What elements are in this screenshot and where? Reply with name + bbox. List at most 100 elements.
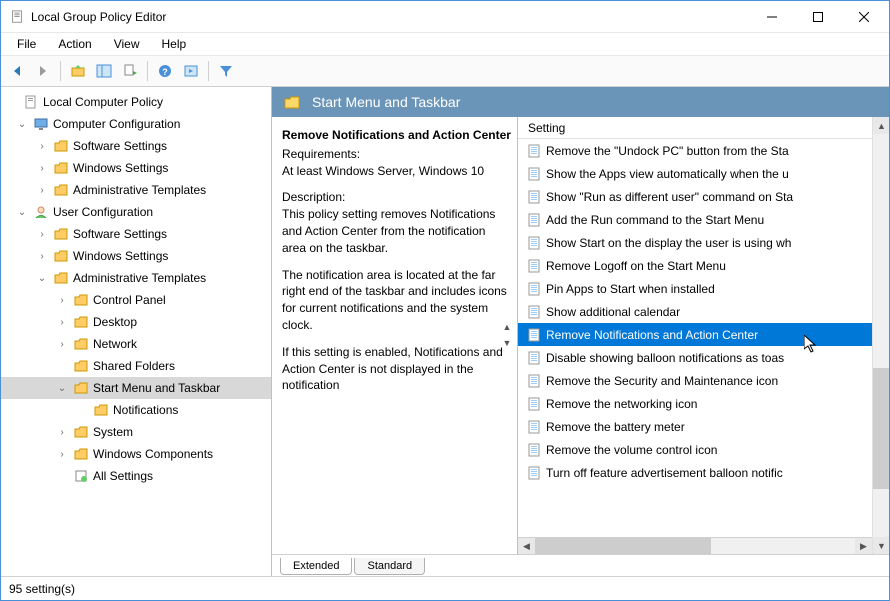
help-button[interactable]: ? xyxy=(153,59,177,83)
blank-twisty xyxy=(55,469,69,483)
folder-icon xyxy=(73,292,89,308)
collapsed-icon[interactable]: › xyxy=(35,139,49,153)
tree-start-menu-taskbar[interactable]: ⌄ Start Menu and Taskbar xyxy=(1,377,271,399)
tree-software-settings[interactable]: › Software Settings xyxy=(1,135,271,157)
tree-computer-config[interactable]: ⌄ Computer Configuration xyxy=(1,113,271,135)
setting-row[interactable]: Show the Apps view automatically when th… xyxy=(518,162,872,185)
tree-windows-settings-u[interactable]: › Windows Settings xyxy=(1,245,271,267)
setting-label: Show additional calendar xyxy=(546,305,680,319)
tree-admin-templates[interactable]: › Administrative Templates xyxy=(1,179,271,201)
setting-row[interactable]: Remove the networking icon xyxy=(518,392,872,415)
folder-icon xyxy=(93,402,109,418)
description-p3: If this setting is enabled, Notification… xyxy=(282,344,511,394)
tree-pane[interactable]: Local Computer Policy ⌄ Computer Configu… xyxy=(1,87,272,576)
show-hide-tree-button[interactable] xyxy=(92,59,116,83)
toolbar: ? xyxy=(1,55,889,87)
tree-windows-components[interactable]: › Windows Components xyxy=(1,443,271,465)
setting-row[interactable]: Remove the "Undock PC" button from the S… xyxy=(518,139,872,162)
scroll-down-icon[interactable]: ▼ xyxy=(499,336,515,352)
tree-label: Software Settings xyxy=(73,139,167,153)
minimize-button[interactable] xyxy=(749,2,795,32)
tree-system[interactable]: › System xyxy=(1,421,271,443)
collapsed-icon[interactable]: › xyxy=(55,447,69,461)
scroll-up-icon[interactable]: ▲ xyxy=(499,320,515,336)
collapsed-icon[interactable]: › xyxy=(35,183,49,197)
tree-software-settings-u[interactable]: › Software Settings xyxy=(1,223,271,245)
setting-row[interactable]: Disable showing balloon notifications as… xyxy=(518,346,872,369)
policy-icon xyxy=(23,94,39,110)
setting-row[interactable]: Remove Notifications and Action Center xyxy=(518,323,872,346)
tree-all-settings[interactable]: All Settings xyxy=(1,465,271,487)
setting-row[interactable]: Remove the volume control icon xyxy=(518,438,872,461)
properties-button[interactable] xyxy=(179,59,203,83)
expanded-icon[interactable]: ⌄ xyxy=(15,205,29,219)
collapsed-icon[interactable]: › xyxy=(35,227,49,241)
menu-action[interactable]: Action xyxy=(48,35,101,53)
setting-row[interactable]: Show Start on the display the user is us… xyxy=(518,231,872,254)
menu-view[interactable]: View xyxy=(104,35,150,53)
tree-root[interactable]: Local Computer Policy xyxy=(1,91,271,113)
setting-row[interactable]: Remove Logoff on the Start Menu xyxy=(518,254,872,277)
scroll-up-icon[interactable]: ▲ xyxy=(873,117,889,134)
collapsed-icon[interactable]: › xyxy=(55,293,69,307)
column-header-setting[interactable]: Setting xyxy=(518,117,872,139)
v-scroll-track[interactable] xyxy=(873,134,889,537)
description-column: Remove Notifications and Action Center R… xyxy=(272,117,518,554)
export-list-button[interactable] xyxy=(118,59,142,83)
setting-row[interactable]: Show "Run as different user" command on … xyxy=(518,185,872,208)
setting-row[interactable]: Add the Run command to the Start Menu xyxy=(518,208,872,231)
view-tabs: Extended Standard xyxy=(272,554,889,576)
menu-file[interactable]: File xyxy=(7,35,46,53)
v-scroll-thumb[interactable] xyxy=(873,368,889,489)
tree-desktop[interactable]: › Desktop xyxy=(1,311,271,333)
menu-help[interactable]: Help xyxy=(152,35,197,53)
expanded-icon[interactable]: ⌄ xyxy=(35,271,49,285)
scroll-left-icon[interactable]: ◀ xyxy=(518,538,535,555)
tree-shared-folders[interactable]: Shared Folders xyxy=(1,355,271,377)
collapsed-icon[interactable]: › xyxy=(55,425,69,439)
filter-button[interactable] xyxy=(214,59,238,83)
tree-label: Local Computer Policy xyxy=(43,95,163,109)
tree-network[interactable]: › Network xyxy=(1,333,271,355)
setting-row[interactable]: Show additional calendar xyxy=(518,300,872,323)
setting-label: Remove the volume control icon xyxy=(546,443,717,457)
setting-row[interactable]: Remove the battery meter xyxy=(518,415,872,438)
setting-label: Pin Apps to Start when installed xyxy=(546,282,715,296)
content-title: Start Menu and Taskbar xyxy=(312,94,460,110)
settings-list[interactable]: Remove the "Undock PC" button from the S… xyxy=(518,139,872,537)
collapsed-icon[interactable]: › xyxy=(55,315,69,329)
v-scrollbar[interactable]: ▲ ▼ xyxy=(872,117,889,554)
up-button[interactable] xyxy=(66,59,90,83)
tree-control-panel[interactable]: › Control Panel xyxy=(1,289,271,311)
tree-user-config[interactable]: ⌄ User Configuration xyxy=(1,201,271,223)
maximize-button[interactable] xyxy=(795,2,841,32)
tree-windows-settings[interactable]: › Windows Settings xyxy=(1,157,271,179)
setting-row[interactable]: Remove the Security and Maintenance icon xyxy=(518,369,872,392)
forward-button[interactable] xyxy=(31,59,55,83)
tree-label: User Configuration xyxy=(53,205,153,219)
collapsed-icon[interactable]: › xyxy=(35,249,49,263)
close-button[interactable] xyxy=(841,2,887,32)
expanded-icon[interactable]: ⌄ xyxy=(15,117,29,131)
back-button[interactable] xyxy=(5,59,29,83)
setting-row[interactable]: Turn off feature advertisement balloon n… xyxy=(518,461,872,484)
setting-row[interactable]: Pin Apps to Start when installed xyxy=(518,277,872,300)
window-title: Local Group Policy Editor xyxy=(31,10,749,24)
tab-standard[interactable]: Standard xyxy=(354,558,425,575)
tab-extended[interactable]: Extended xyxy=(280,558,352,575)
policy-tree: Local Computer Policy ⌄ Computer Configu… xyxy=(1,91,271,487)
scroll-right-icon[interactable]: ▶ xyxy=(855,538,872,555)
tree-label: Desktop xyxy=(93,315,137,329)
collapsed-icon[interactable]: › xyxy=(55,337,69,351)
h-scroll-track[interactable] xyxy=(535,538,855,555)
tree-notifications[interactable]: Notifications xyxy=(1,399,271,421)
tree-label: Network xyxy=(93,337,137,351)
collapsed-icon[interactable]: › xyxy=(35,161,49,175)
expanded-icon[interactable]: ⌄ xyxy=(55,381,69,395)
h-scrollbar[interactable]: ◀ ▶ xyxy=(518,537,872,554)
policy-item-icon xyxy=(526,442,542,458)
tree-admin-templates-u[interactable]: ⌄ Administrative Templates xyxy=(1,267,271,289)
h-scroll-thumb[interactable] xyxy=(535,538,711,555)
scroll-down-icon[interactable]: ▼ xyxy=(873,537,889,554)
policy-item-icon xyxy=(526,396,542,412)
